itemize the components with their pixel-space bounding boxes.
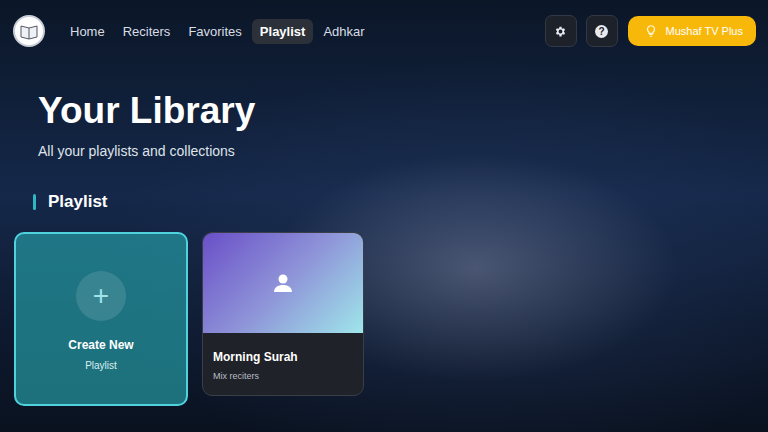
create-playlist-card[interactable]: +Create NewPlaylist [14, 232, 188, 406]
page-title: Your Library [38, 88, 768, 134]
playlist-card[interactable]: Morning SurahMix reciters [202, 232, 364, 396]
nav-item[interactable]: Adhkar [315, 19, 372, 44]
help-icon: ? [595, 25, 608, 38]
section-heading: Playlist [33, 192, 768, 212]
nav-item[interactable]: Reciters [115, 19, 179, 44]
nav-item[interactable]: Favorites [180, 19, 249, 44]
playlist-cards: +Create NewPlaylistMorning SurahMix reci… [14, 232, 768, 406]
playlist-cover [203, 233, 363, 333]
page-subtitle: All your playlists and collections [38, 143, 768, 159]
lightbulb-icon [644, 24, 658, 38]
help-button[interactable]: ? [586, 15, 618, 47]
gear-icon [554, 25, 567, 38]
nav-item[interactable]: Home [62, 19, 113, 44]
premium-button[interactable]: Mushaf TV Plus [628, 16, 756, 46]
nav-menu: HomeRecitersFavoritesPlaylistAdhkar [62, 19, 373, 44]
settings-button[interactable] [545, 15, 577, 47]
person-icon [271, 271, 295, 295]
plus-icon: + [76, 271, 126, 321]
top-nav: HomeRecitersFavoritesPlaylistAdhkar? Mush… [0, 0, 768, 52]
nav-item[interactable]: Playlist [252, 19, 314, 44]
quran-logo-icon[interactable] [13, 15, 45, 47]
library-page: HomeRecitersFavoritesPlaylistAdhkar?Mush… [0, 0, 768, 432]
hero: Your Library All your playlists and colle… [38, 88, 768, 159]
